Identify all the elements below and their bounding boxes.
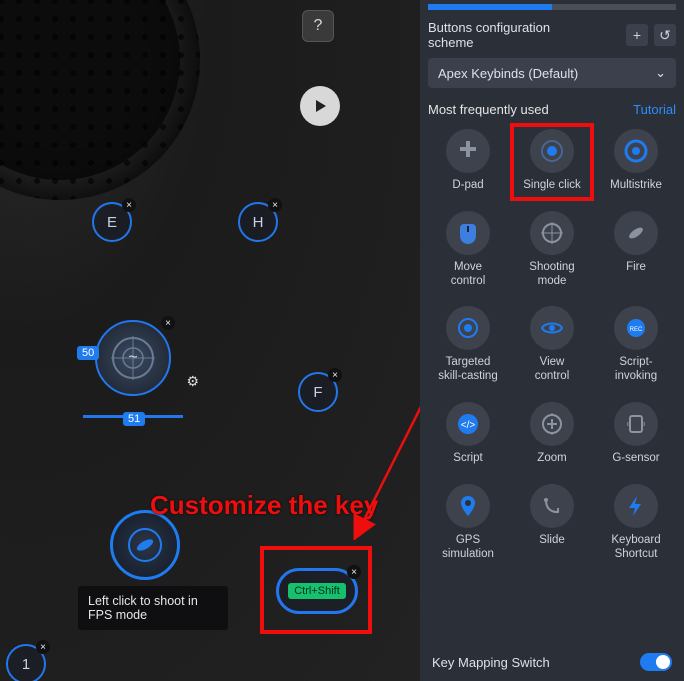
keymapping-toggle[interactable] xyxy=(640,653,672,671)
close-icon[interactable]: × xyxy=(268,198,282,212)
history-icon: ↺ xyxy=(659,27,671,44)
tile-label: Zoom xyxy=(537,452,566,466)
mapped-key-e[interactable]: E × xyxy=(92,202,132,242)
mouse-icon xyxy=(456,221,480,245)
game-viewport: ? E × H × F × 1 × ~ × ⚙ 50 51 xyxy=(0,0,420,681)
play-icon xyxy=(312,98,328,114)
plus-icon: + xyxy=(633,27,641,43)
scheme-select[interactable]: Apex Keybinds (Default) ⌄ xyxy=(428,58,676,88)
close-icon[interactable]: × xyxy=(328,368,342,382)
mapped-key-f[interactable]: F × xyxy=(298,372,338,412)
tile-dpad[interactable]: D-pad xyxy=(428,125,508,199)
close-icon[interactable]: × xyxy=(36,640,50,654)
gsensor-icon xyxy=(624,412,648,436)
question-icon: ? xyxy=(314,17,323,35)
multistrike-icon xyxy=(624,139,648,163)
sensitivity-horizontal-badge[interactable]: 51 xyxy=(123,412,145,426)
tile-label: Targeted skill-casting xyxy=(438,356,497,384)
tile-label: View control xyxy=(535,356,570,384)
eye-icon xyxy=(540,316,564,340)
tile-label: Slide xyxy=(539,534,565,548)
code-icon: </> xyxy=(456,412,480,436)
close-icon[interactable]: × xyxy=(161,316,175,330)
zoom-icon xyxy=(540,412,564,436)
tile-gsensor[interactable]: G-sensor xyxy=(596,398,676,472)
target-dot-icon xyxy=(456,316,480,340)
tile-label: Fire xyxy=(626,261,646,275)
annotation-highlight-box: Ctrl+Shift × xyxy=(260,546,372,634)
tile-label: D-pad xyxy=(452,179,483,193)
tile-keyboard-shortcut[interactable]: Keyboard Shortcut xyxy=(596,480,676,568)
tile-label: Move control xyxy=(451,261,486,289)
play-button[interactable] xyxy=(300,86,340,126)
key-chip: Ctrl+Shift xyxy=(288,583,346,599)
tile-label: Single click xyxy=(523,179,581,193)
tile-script-invoking[interactable]: REC Script- invoking xyxy=(596,302,676,390)
tile-view-control[interactable]: View control xyxy=(512,302,592,390)
single-click-icon xyxy=(540,139,564,163)
close-icon[interactable]: × xyxy=(347,565,361,579)
tile-label: Multistrike xyxy=(610,179,662,193)
dpad-icon xyxy=(456,139,480,163)
key-label: ~ xyxy=(128,349,137,367)
mapped-key-ctrlshift[interactable]: Ctrl+Shift × xyxy=(276,568,358,614)
gear-icon[interactable]: ⚙ xyxy=(186,373,199,390)
mic-grille-decor xyxy=(0,0,200,200)
crosshair-icon xyxy=(540,221,564,245)
svg-text:REC: REC xyxy=(630,327,643,333)
tile-fire[interactable]: Fire xyxy=(596,207,676,295)
sensitivity-vertical-badge[interactable]: 50 xyxy=(77,346,99,360)
most-used-heading: Most frequently used xyxy=(428,102,549,117)
key-label: H xyxy=(253,214,264,231)
scheme-label: Buttons configuration scheme xyxy=(428,20,588,50)
bullet-icon xyxy=(624,221,648,245)
tile-multistrike[interactable]: Multistrike xyxy=(596,125,676,199)
tile-label: Shooting mode xyxy=(529,261,574,289)
switch-label: Key Mapping Switch xyxy=(432,655,550,670)
bullet-icon xyxy=(127,527,163,563)
reset-scheme-button[interactable]: ↺ xyxy=(654,24,676,46)
tile-slide[interactable]: Slide xyxy=(512,480,592,568)
add-scheme-button[interactable]: + xyxy=(626,24,648,46)
tile-label: Keyboard Shortcut xyxy=(611,534,660,562)
help-button[interactable]: ? xyxy=(302,10,334,42)
tile-move-control[interactable]: Move control xyxy=(428,207,508,295)
tab-inactive[interactable] xyxy=(552,4,676,10)
panel-tabbar xyxy=(428,4,676,10)
tile-label: Script- invoking xyxy=(615,356,657,384)
pin-icon xyxy=(456,494,480,518)
tile-label: GPS simulation xyxy=(442,534,494,562)
bolt-icon xyxy=(624,494,648,518)
key-label: E xyxy=(107,214,117,231)
tile-label: Script xyxy=(453,452,482,466)
annotation-label: Customize the key xyxy=(150,490,378,521)
fire-tooltip: Left click to shoot in FPS mode xyxy=(78,586,228,630)
close-icon[interactable]: × xyxy=(122,198,136,212)
tool-grid: D-pad Single click Multistrike Move cont… xyxy=(428,125,676,567)
key-label: F xyxy=(313,384,322,401)
svg-text:</>: </> xyxy=(461,420,476,431)
scheme-value: Apex Keybinds (Default) xyxy=(438,66,578,81)
tab-active[interactable] xyxy=(428,4,552,10)
tile-targeted-skill[interactable]: Targeted skill-casting xyxy=(428,302,508,390)
slide-icon xyxy=(540,494,564,518)
tile-script[interactable]: </> Script xyxy=(428,398,508,472)
aim-sensitivity-widget[interactable]: ~ × ⚙ 50 51 xyxy=(95,320,171,396)
mapped-key-h[interactable]: H × xyxy=(238,202,278,242)
keymap-side-panel: Buttons configuration scheme + ↺ Apex Ke… xyxy=(420,0,684,681)
rec-icon: REC xyxy=(624,316,648,340)
key-label: 1 xyxy=(22,656,30,673)
mapped-key-1[interactable]: 1 × xyxy=(6,644,46,681)
tile-single-click[interactable]: Single click xyxy=(512,125,592,199)
tile-label: G-sensor xyxy=(612,452,659,466)
tile-zoom[interactable]: Zoom xyxy=(512,398,592,472)
tutorial-link[interactable]: Tutorial xyxy=(633,102,676,117)
chevron-down-icon: ⌄ xyxy=(655,65,666,81)
tile-gps[interactable]: GPS simulation xyxy=(428,480,508,568)
tile-shooting-mode[interactable]: Shooting mode xyxy=(512,207,592,295)
